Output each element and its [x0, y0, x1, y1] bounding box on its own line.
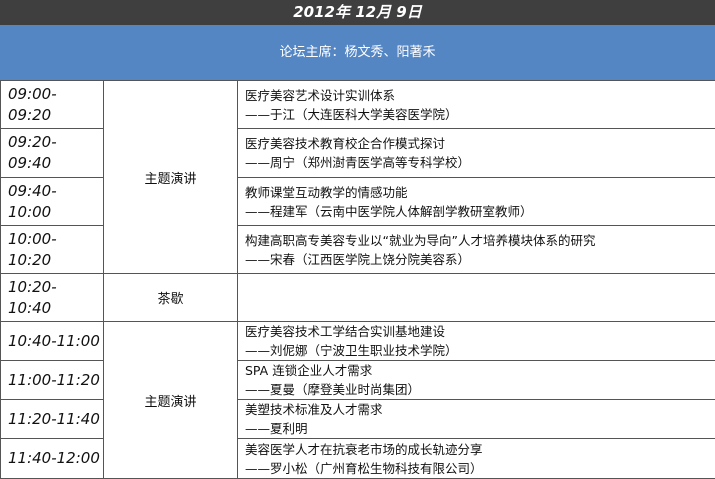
forum-chair-header: 论坛主席：杨文秀、阳著禾: [0, 25, 715, 81]
talk-cell-empty: [237, 273, 715, 322]
talk-cell: 美塑技术标准及人才需求 ——夏利明: [237, 399, 715, 439]
talk-cell: SPA 连锁企业人才需求 ——夏曼（摩登美业时尚集团）: [237, 360, 715, 400]
time-cell: 09:40- 10:00: [0, 177, 104, 226]
table-row: 09:00- 09:20 主题演讲 医疗美容艺术设计实训体系 ——于江（大连医科…: [0, 80, 715, 274]
date-header: 2012年 12月 9日: [0, 0, 715, 25]
talk-cell: 构建高职高专美容专业以“就业为导向”人才培养模块体系的研究 ——宋春（江西医学院…: [237, 225, 715, 274]
talk-speaker: ——刘伲娜（宁波卫生职业技术学院）: [245, 343, 458, 358]
talk-speaker: ——程建军（云南中医学院人体解剖学教研室教师）: [245, 203, 533, 219]
table-row: 10:20- 10:40 茶歇: [0, 273, 715, 322]
time-cell: 10:00- 10:20: [0, 225, 104, 274]
talk-cell: 医疗美容技术工学结合实训基地建设 ——刘伲娜（宁波卫生职业技术学院）: [237, 321, 715, 361]
talk-speaker: ——宋春（江西医学院上饶分院美容系）: [245, 251, 471, 267]
talk-cell: 教师课堂互动教学的情感功能 ——程建军（云南中医学院人体解剖学教研室教师）: [237, 177, 715, 226]
time-cell: 11:20-11:40: [0, 399, 104, 439]
talk-title: SPA 连锁企业人才需求: [245, 363, 373, 378]
time-cell: 09:20- 09:40: [0, 128, 104, 178]
talk-cell: 医疗美容艺术设计实训体系 ——于江（大连医科大学美容医学院）: [237, 80, 715, 129]
talk-title: 医疗美容艺术设计实训体系: [245, 87, 396, 103]
time-cell: 09:00- 09:20: [0, 80, 104, 129]
talk-title: 教师课堂互动教学的情感功能: [245, 184, 408, 200]
talk-cell: 美容医学人才在抗衰老市场的成长轨迹分享 ——罗小松（广州育松生物科技有限公司）: [237, 438, 715, 479]
time-cell: 10:20- 10:40: [0, 273, 104, 322]
session-type-cell: 主题演讲: [103, 321, 238, 479]
talk-cell: 医疗美容技术教育校企合作模式探讨 ——周宁（郑州澍青医学高等专科学校）: [237, 128, 715, 178]
talk-title: 构建高职高专美容专业以“就业为导向”人才培养模块体系的研究: [245, 232, 596, 248]
talk-speaker: ——夏曼（摩登美业时尚集团）: [245, 382, 421, 397]
session-type-cell: 茶歇: [103, 273, 238, 322]
talk-title: 美容医学人才在抗衰老市场的成长轨迹分享: [245, 441, 483, 457]
talk-title: 美塑技术标准及人才需求: [245, 402, 383, 417]
time-cell: 10:40-11:00: [0, 321, 104, 361]
talk-speaker: ——于江（大连医科大学美容医学院）: [245, 106, 458, 122]
time-cell: 11:00-11:20: [0, 360, 104, 400]
session-type-cell: 主题演讲: [103, 80, 238, 274]
talk-speaker: ——周宁（郑州澍青医学高等专科学校）: [245, 155, 471, 170]
table-row: 10:40-11:00 主题演讲 医疗美容技术工学结合实训基地建设 ——刘伲娜（…: [0, 321, 715, 479]
talk-speaker: ——夏利明: [245, 421, 308, 436]
schedule-table: 09:00- 09:20 主题演讲 医疗美容艺术设计实训体系 ——于江（大连医科…: [0, 80, 715, 479]
talk-speaker: ——罗小松（广州育松生物科技有限公司）: [245, 460, 483, 476]
time-cell: 11:40-12:00: [0, 438, 104, 479]
talk-title: 医疗美容技术教育校企合作模式探讨: [245, 136, 446, 151]
talk-title: 医疗美容技术工学结合实训基地建设: [245, 324, 446, 339]
